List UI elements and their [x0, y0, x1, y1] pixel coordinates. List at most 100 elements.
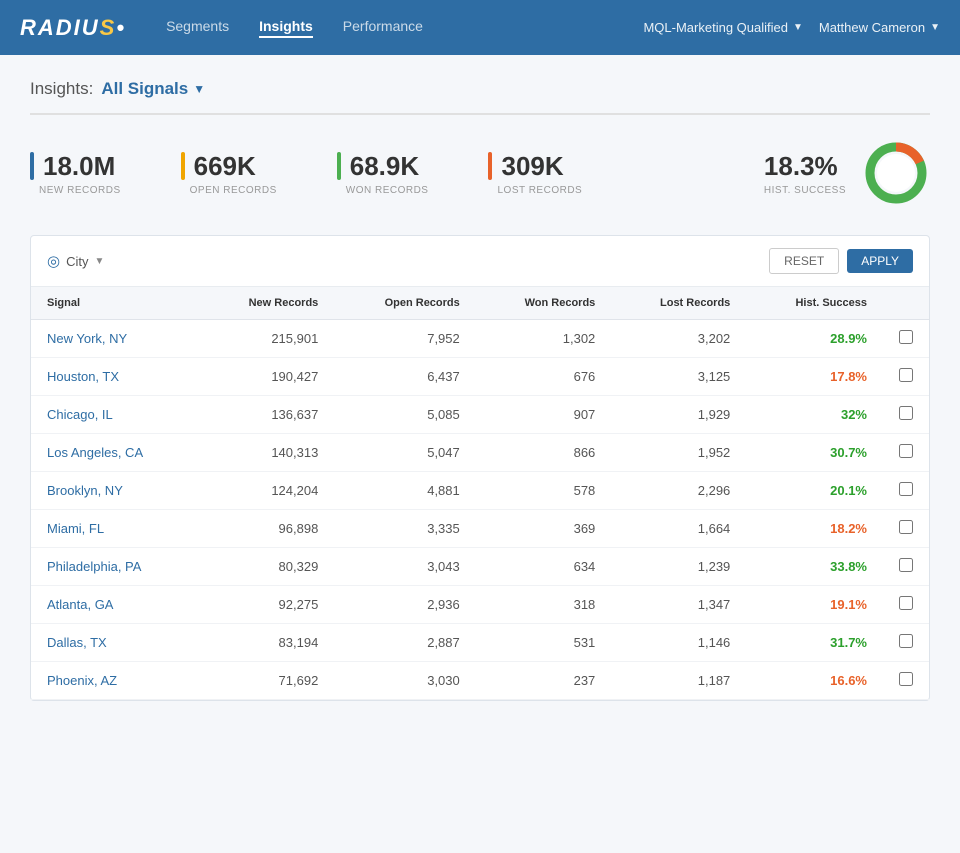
row-checkbox[interactable] [899, 634, 913, 648]
col-new-records: New Records [200, 287, 334, 320]
signal-cell[interactable]: New York, NY [31, 320, 200, 358]
won-records-cell: 578 [476, 472, 612, 510]
hist-success-cell: 33.8% [746, 548, 883, 586]
new-records-cell: 190,427 [200, 358, 334, 396]
city-filter[interactable]: ◎ City ▼ [47, 252, 104, 270]
donut-chart [862, 139, 930, 207]
stat-hist-success: 18.3% HIST. SUCCESS [764, 139, 930, 207]
signal-cell[interactable]: Houston, TX [31, 358, 200, 396]
lost-records-cell: 1,664 [611, 510, 746, 548]
table-row: New York, NY 215,901 7,952 1,302 3,202 2… [31, 320, 929, 358]
won-records-cell: 531 [476, 624, 612, 662]
page-content: Insights: All Signals ▼ 18.0M NEW RECORD… [0, 55, 960, 725]
checkbox-cell[interactable] [883, 472, 929, 510]
table-header: Signal New Records Open Records Won Reco… [31, 287, 929, 320]
open-records-cell: 5,047 [334, 434, 475, 472]
row-checkbox[interactable] [899, 672, 913, 686]
checkbox-cell[interactable] [883, 358, 929, 396]
checkbox-cell[interactable] [883, 510, 929, 548]
signals-dropdown[interactable]: All Signals ▼ [101, 79, 205, 99]
open-records-cell: 6,437 [334, 358, 475, 396]
stat-won-records-label: WON RECORDS [346, 185, 429, 196]
lost-records-cell: 1,187 [611, 662, 746, 700]
filter-dropdown[interactable]: MQL-Marketing Qualified ▼ [643, 20, 802, 35]
stat-lost-records-label: LOST RECORDS [497, 185, 582, 196]
table-row: Phoenix, AZ 71,692 3,030 237 1,187 16.6% [31, 662, 929, 700]
signal-cell[interactable]: Phoenix, AZ [31, 662, 200, 700]
row-checkbox[interactable] [899, 520, 913, 534]
checkbox-cell[interactable] [883, 320, 929, 358]
new-records-cell: 215,901 [200, 320, 334, 358]
nav-segments[interactable]: Segments [166, 18, 229, 38]
signal-cell[interactable]: Chicago, IL [31, 396, 200, 434]
row-checkbox[interactable] [899, 482, 913, 496]
user-label: Matthew Cameron [819, 20, 925, 35]
col-hist-success: Hist. Success [746, 287, 883, 320]
row-checkbox[interactable] [899, 406, 913, 420]
nav-insights[interactable]: Insights [259, 18, 313, 38]
won-records-cell: 634 [476, 548, 612, 586]
stat-won-records: 68.9K WON RECORDS [337, 151, 429, 196]
hist-success-value: 18.3% [764, 151, 846, 182]
apply-button[interactable]: APPLY [847, 249, 913, 273]
navbar-right: MQL-Marketing Qualified ▼ Matthew Camero… [643, 20, 940, 35]
hist-success-cell: 18.2% [746, 510, 883, 548]
checkbox-cell[interactable] [883, 396, 929, 434]
won-records-cell: 318 [476, 586, 612, 624]
checkbox-cell[interactable] [883, 662, 929, 700]
checkbox-cell[interactable] [883, 624, 929, 662]
open-records-cell: 3,030 [334, 662, 475, 700]
hist-success-cell: 20.1% [746, 472, 883, 510]
open-records-cell: 5,085 [334, 396, 475, 434]
signal-cell[interactable]: Atlanta, GA [31, 586, 200, 624]
col-open-records: Open Records [334, 287, 475, 320]
nav-performance[interactable]: Performance [343, 18, 423, 38]
table-row: Houston, TX 190,427 6,437 676 3,125 17.8… [31, 358, 929, 396]
stat-bar-new [30, 152, 34, 180]
signals-label: All Signals [101, 79, 188, 99]
lost-records-cell: 1,239 [611, 548, 746, 586]
signal-cell[interactable]: Brooklyn, NY [31, 472, 200, 510]
signal-cell[interactable]: Philadelphia, PA [31, 548, 200, 586]
table-row: Miami, FL 96,898 3,335 369 1,664 18.2% [31, 510, 929, 548]
stat-new-records-label: NEW RECORDS [39, 185, 121, 196]
donut-hole [877, 154, 915, 192]
navbar: RADIUS• Segments Insights Performance MQ… [0, 0, 960, 55]
user-arrow-icon: ▼ [930, 22, 940, 33]
open-records-cell: 7,952 [334, 320, 475, 358]
reset-button[interactable]: RESET [769, 248, 839, 274]
lost-records-cell: 1,347 [611, 586, 746, 624]
row-checkbox[interactable] [899, 596, 913, 610]
row-checkbox[interactable] [899, 330, 913, 344]
signal-cell[interactable]: Los Angeles, CA [31, 434, 200, 472]
row-checkbox[interactable] [899, 558, 913, 572]
row-checkbox[interactable] [899, 444, 913, 458]
stat-new-records: 18.0M NEW RECORDS [30, 151, 121, 196]
new-records-cell: 71,692 [200, 662, 334, 700]
logo: RADIUS• [20, 15, 126, 41]
stat-new-records-value: 18.0M [30, 151, 121, 182]
table-row: Chicago, IL 136,637 5,085 907 1,929 32% [31, 396, 929, 434]
checkbox-cell[interactable] [883, 548, 929, 586]
stat-bar-lost [488, 152, 492, 180]
row-checkbox[interactable] [899, 368, 913, 382]
signals-arrow-icon: ▼ [193, 82, 205, 96]
signal-cell[interactable]: Dallas, TX [31, 624, 200, 662]
stat-bar-open [181, 152, 185, 180]
table-row: Dallas, TX 83,194 2,887 531 1,146 31.7% [31, 624, 929, 662]
signal-cell[interactable]: Miami, FL [31, 510, 200, 548]
table-body: New York, NY 215,901 7,952 1,302 3,202 2… [31, 320, 929, 700]
new-records-cell: 92,275 [200, 586, 334, 624]
stat-bar-won [337, 152, 341, 180]
hist-success-cell: 17.8% [746, 358, 883, 396]
checkbox-cell[interactable] [883, 586, 929, 624]
new-records-cell: 124,204 [200, 472, 334, 510]
won-records-cell: 369 [476, 510, 612, 548]
user-dropdown[interactable]: Matthew Cameron ▼ [819, 20, 940, 35]
title-prefix: Insights: [30, 79, 93, 99]
col-checkbox [883, 287, 929, 320]
won-records-cell: 907 [476, 396, 612, 434]
checkbox-cell[interactable] [883, 434, 929, 472]
lost-records-cell: 1,952 [611, 434, 746, 472]
col-won-records: Won Records [476, 287, 612, 320]
